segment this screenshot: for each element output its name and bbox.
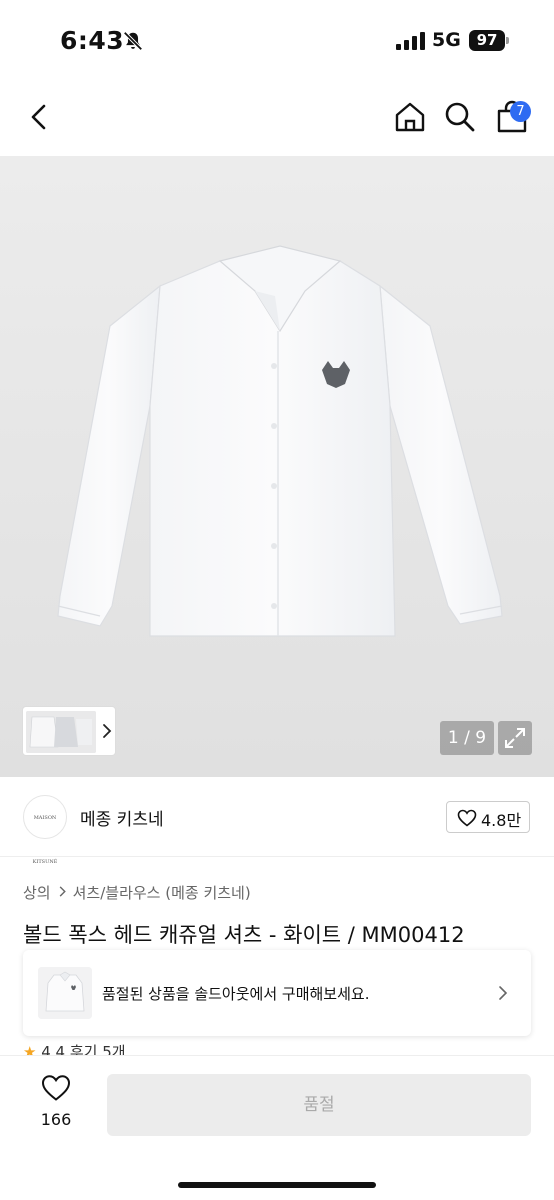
chevron-right-icon xyxy=(59,886,66,897)
breadcrumb-level2[interactable]: 셔츠/블라우스 (메종 키츠네) xyxy=(73,884,251,902)
expand-image-button[interactable] xyxy=(498,721,532,755)
soldout-buy-button[interactable]: 품절 xyxy=(107,1074,531,1136)
chevron-right-icon xyxy=(499,986,508,1000)
brand-logo: MAISON KITSUNÉ xyxy=(23,795,67,865)
thumbnail-strip[interactable] xyxy=(22,706,116,756)
product-title: 볼드 폭스 헤드 캐쥬얼 셔츠 - 화이트 / MM00412 xyxy=(23,923,465,947)
brand-row[interactable]: MAISON KITSUNÉ 메종 키츠네 4.8만 xyxy=(0,777,554,865)
status-bar: 6:43 5G 97 xyxy=(0,0,554,80)
silent-bell-icon xyxy=(123,31,143,51)
signal-icon xyxy=(396,32,425,50)
back-icon[interactable] xyxy=(22,100,56,134)
heart-outline-icon xyxy=(41,1075,71,1101)
brand-like-button[interactable]: 4.8만 xyxy=(446,801,530,833)
home-icon[interactable] xyxy=(393,100,427,134)
thumbnail-images xyxy=(26,711,96,753)
heart-outline-icon xyxy=(457,809,477,827)
nav-bar xyxy=(0,80,554,156)
image-page-counter: 1 / 9 xyxy=(440,721,494,755)
banner-product-thumbnail xyxy=(38,967,92,1019)
battery-indicator: 97 xyxy=(469,30,505,51)
brand-like-count: 4.8만 xyxy=(481,811,522,830)
breadcrumb: 상의 셔츠/블라우스 (메종 키츠네) xyxy=(23,882,251,903)
expand-icon xyxy=(505,728,525,748)
wishlist-count: 166 xyxy=(40,1110,72,1129)
search-icon[interactable] xyxy=(443,100,477,134)
brand-name[interactable]: 메종 키츠네 xyxy=(80,805,164,830)
wishlist-button[interactable]: 166 xyxy=(28,1074,84,1144)
home-indicator xyxy=(178,1182,376,1188)
cart-count-badge: 7 xyxy=(510,101,531,122)
chevron-right-icon xyxy=(103,724,112,738)
bottom-action-bar: 166 품절 xyxy=(0,1055,554,1200)
battery-tip xyxy=(506,37,509,44)
breadcrumb-level1[interactable]: 상의 xyxy=(23,884,51,902)
soldout-banner[interactable]: 품절된 상품을 솔드아웃에서 구매해보세요. xyxy=(23,950,531,1036)
soldout-banner-text: 품절된 상품을 솔드아웃에서 구매해보세요. xyxy=(102,985,370,1003)
product-shirt-image xyxy=(57,245,503,637)
product-image-gallery[interactable]: 1 / 9 xyxy=(0,156,554,777)
status-time: 6:43 xyxy=(60,26,125,55)
network-label: 5G xyxy=(432,29,461,51)
